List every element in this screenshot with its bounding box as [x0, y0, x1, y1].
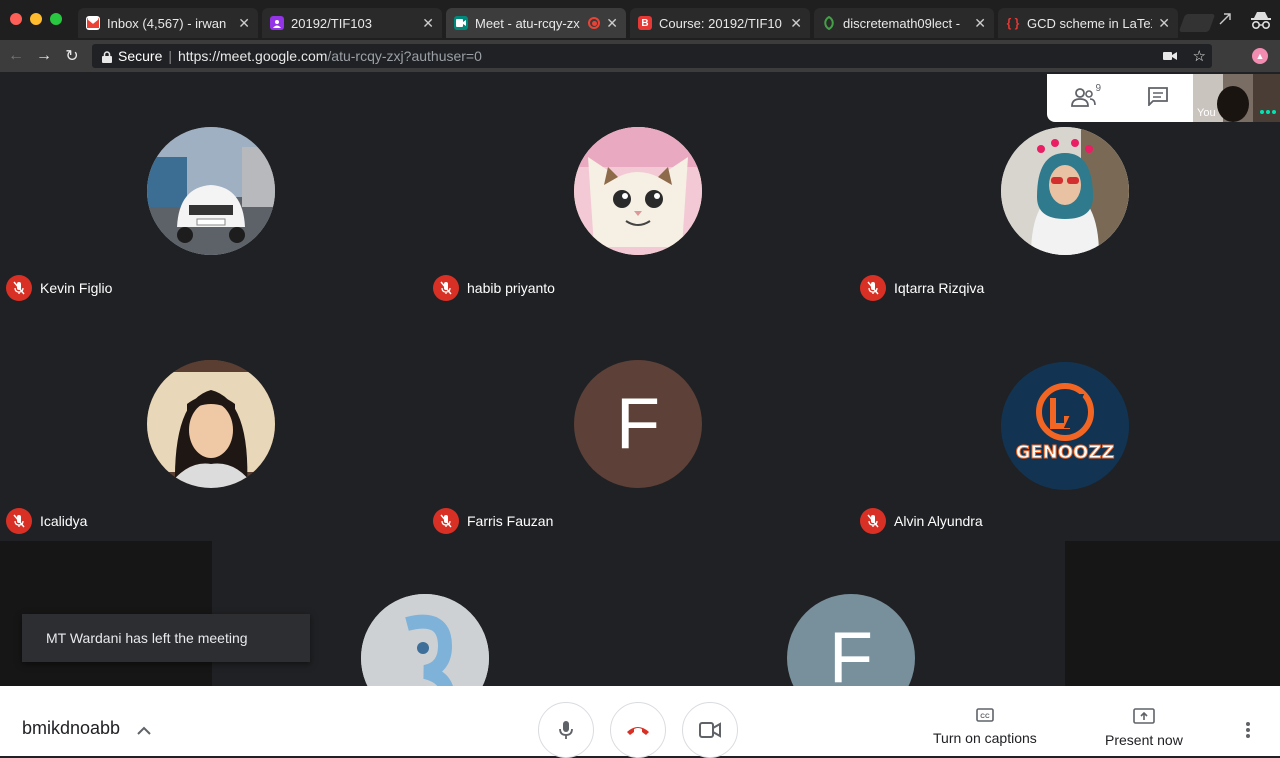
recording-icon	[588, 17, 601, 29]
tab-close-icon[interactable]: ✕	[790, 15, 802, 32]
leave-call-button[interactable]	[610, 702, 666, 758]
audio-level-icon	[1260, 110, 1276, 114]
bookmark-star-icon[interactable]: ☆	[1193, 47, 1206, 65]
camera-button[interactable]	[682, 702, 738, 758]
participant-avatar	[574, 127, 702, 255]
closed-captions-icon: CC	[976, 708, 994, 722]
leaf-icon	[822, 16, 836, 30]
meeting-code[interactable]: bmikdnoabb	[22, 718, 120, 739]
video-camera-icon	[699, 722, 721, 738]
window-close-button[interactable]	[10, 13, 22, 25]
back-arrow-icon[interactable]: ←	[6, 46, 26, 66]
mic-off-icon	[6, 508, 32, 534]
tab-title: discretemath09lect -	[843, 15, 961, 31]
url-host: https://meet.google.com	[178, 48, 328, 64]
captions-label: Turn on captions	[933, 730, 1037, 746]
lock-icon	[102, 50, 112, 63]
secure-label: Secure	[118, 48, 163, 64]
more-options-icon[interactable]	[1238, 720, 1258, 740]
overleaf-icon: { }	[1006, 16, 1020, 30]
toast-text: MT Wardani has left the meeting	[46, 630, 248, 646]
participant-avatar: GENOOZZ	[1001, 362, 1129, 490]
url-path: /atu-rcqy-zxj?authuser=0	[327, 48, 482, 64]
people-count: 9	[1095, 83, 1101, 94]
mic-off-icon	[860, 275, 886, 301]
participant-name: Alvin Alyundra	[894, 513, 983, 529]
participant-nameplate: Farris Fauzan	[433, 508, 553, 534]
participant-nameplate: Icalidya	[6, 508, 87, 534]
tab-close-icon[interactable]: ✕	[1158, 15, 1170, 32]
browser-tab-gmail[interactable]: Inbox (4,567) - irwan ✕	[78, 8, 258, 38]
moodle-icon: B	[638, 16, 652, 30]
forward-arrow-icon[interactable]: →	[34, 46, 54, 66]
notification-toast: MT Wardani has left the meeting	[22, 614, 310, 662]
participant-avatar	[1001, 127, 1129, 255]
browser-tab-strip: Inbox (4,567) - irwan ✕ 20192/TIF103 ✕ M…	[0, 0, 1280, 40]
microphone-button[interactable]	[538, 702, 594, 758]
tab-title: Meet - atu-rcqy-zx	[475, 15, 580, 31]
tab-title: 20192/TIF103	[291, 15, 372, 31]
present-screen-icon	[1133, 708, 1155, 724]
participant-name: habib priyanto	[467, 280, 555, 296]
mic-off-icon	[433, 508, 459, 534]
genoozz-logo-text: GENOOZZ	[1015, 442, 1115, 464]
profile-avatar-icon[interactable]: ▲	[1252, 48, 1268, 64]
participant-name: Iqtarra Rizqiva	[894, 280, 985, 296]
participant-nameplate: habib priyanto	[433, 275, 555, 301]
self-view-tile[interactable]: You	[1193, 74, 1280, 122]
avatar-letter: F	[616, 384, 660, 464]
present-now-button[interactable]: Present now	[1105, 708, 1183, 748]
mic-off-icon	[6, 275, 32, 301]
mic-off-icon	[433, 275, 459, 301]
url-separator: |	[168, 48, 172, 64]
meeting-controls-bar: bmikdnoabb CC Turn on captions Present n…	[0, 686, 1280, 758]
participant-nameplate: Alvin Alyundra	[860, 508, 983, 534]
self-view-label: You	[1197, 107, 1216, 119]
address-bar[interactable]: Secure | https://meet.google.com /atu-rc…	[92, 44, 1212, 68]
incognito-icon	[1250, 10, 1272, 30]
browser-toolbar: ← → ↻ Secure | https://meet.google.com /…	[0, 40, 1280, 72]
participant-avatar	[147, 360, 275, 488]
window-zoom-button[interactable]	[50, 13, 62, 25]
chat-icon[interactable]	[1147, 86, 1169, 111]
reload-icon[interactable]: ↻	[62, 46, 82, 66]
tab-close-icon[interactable]: ✕	[606, 15, 618, 32]
participant-name: Farris Fauzan	[467, 513, 554, 529]
participant-name: Kevin Figlio	[40, 280, 113, 296]
tab-close-icon[interactable]: ✕	[238, 15, 250, 32]
gmail-icon	[86, 16, 100, 30]
restore-icon[interactable]	[1218, 12, 1232, 26]
classroom-icon	[270, 16, 284, 30]
window-minimize-button[interactable]	[30, 13, 42, 25]
browser-tab-latex[interactable]: { } GCD scheme in LaTeX ✕	[998, 8, 1178, 38]
participant-nameplate: Iqtarra Rizqiva	[860, 275, 984, 301]
participant-letter-avatar: F	[574, 360, 702, 488]
tab-title: Course: 20192/TIF10	[659, 15, 782, 31]
browser-tab-classroom[interactable]: 20192/TIF103 ✕	[262, 8, 442, 38]
present-label: Present now	[1105, 732, 1183, 748]
microphone-icon	[559, 721, 573, 739]
mic-off-icon	[860, 508, 886, 534]
people-icon[interactable]: 9	[1071, 83, 1101, 109]
browser-tab-meet[interactable]: Meet - atu-rcqy-zx ✕	[446, 8, 626, 38]
meeting-side-panel-toggle: 9	[1047, 74, 1193, 122]
participant-name: Icalidya	[40, 513, 88, 529]
participant-nameplate: Kevin Figlio	[6, 275, 112, 301]
tab-title: Inbox (4,567) - irwan	[107, 15, 227, 31]
participant-avatar	[147, 127, 275, 255]
browser-tab-discretemath[interactable]: discretemath09lect - ✕	[814, 8, 994, 38]
tab-close-icon[interactable]: ✕	[974, 15, 986, 32]
tab-close-icon[interactable]: ✕	[422, 15, 434, 32]
browser-tab-course[interactable]: B Course: 20192/TIF10 ✕	[630, 8, 810, 38]
tab-title: GCD scheme in LaTeX	[1027, 15, 1153, 31]
meet-stage: Kevin Figlio habib priyanto Iqtarra Rizq…	[0, 72, 1280, 722]
camera-permission-icon[interactable]	[1162, 48, 1177, 65]
captions-button[interactable]: CC Turn on captions	[933, 708, 1037, 746]
hang-up-icon	[627, 727, 649, 735]
new-tab-button[interactable]	[1178, 14, 1216, 32]
svg-text:CC: CC	[980, 713, 990, 720]
meet-icon	[454, 16, 468, 30]
empty-tile	[1065, 541, 1280, 686]
chevron-up-icon[interactable]	[136, 722, 152, 735]
